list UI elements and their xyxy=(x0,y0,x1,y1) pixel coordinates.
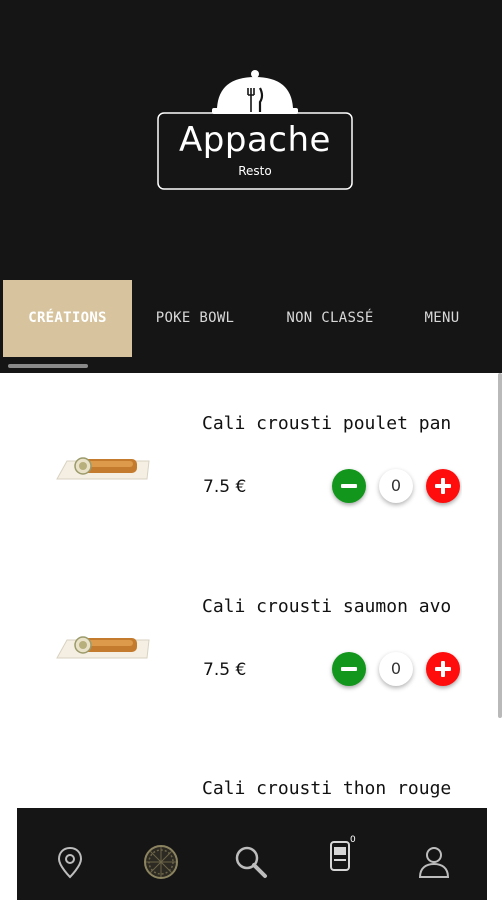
cart-icon[interactable]: 0 xyxy=(325,835,361,874)
brand-subtitle: Resto xyxy=(238,164,272,178)
tab-scroll-indicator xyxy=(8,364,88,368)
product-price: 7.5 € xyxy=(203,660,247,680)
tab-poke-bowl[interactable]: POKE BOWL xyxy=(140,280,250,357)
brand-name: Appache xyxy=(179,120,331,160)
pizza-icon[interactable] xyxy=(143,844,179,880)
product-image xyxy=(56,636,150,659)
product-name: Cali crousti thon rouge xyxy=(202,778,452,799)
tab-menu[interactable]: MENU xyxy=(412,280,472,357)
product-name: Cali crousti saumon avo xyxy=(202,596,452,617)
bottom-navigation: 0 xyxy=(17,808,487,900)
increase-quantity-button[interactable] xyxy=(426,652,460,686)
quantity-value: 0 xyxy=(379,469,413,503)
brand-logo: Appache Resto xyxy=(156,68,354,193)
location-icon[interactable] xyxy=(52,844,88,880)
tab-non-classe[interactable]: NON CLASSÉ xyxy=(270,280,390,357)
search-icon[interactable] xyxy=(233,844,269,880)
quantity-value: 0 xyxy=(379,652,413,686)
app-header: Appache Resto xyxy=(0,0,504,272)
decrease-quantity-button[interactable] xyxy=(332,652,366,686)
product-item[interactable]: Cali crousti poulet pan 7.5 € 0 xyxy=(0,413,462,543)
product-item[interactable]: Cali crousti saumon avo 7.5 € 0 xyxy=(0,596,462,726)
cart-count-badge: 0 xyxy=(350,835,356,845)
product-item[interactable]: Cali crousti thon rouge xyxy=(0,778,462,808)
product-name: Cali crousti poulet pan xyxy=(202,413,452,434)
increase-quantity-button[interactable] xyxy=(426,469,460,503)
category-tabs: CRÉATIONS POKE BOWL NON CLASSÉ MENU xyxy=(0,272,504,373)
user-icon[interactable] xyxy=(416,844,452,880)
decrease-quantity-button[interactable] xyxy=(332,469,366,503)
product-price: 7.5 € xyxy=(203,477,247,497)
tab-creations[interactable]: CRÉATIONS xyxy=(3,280,132,357)
product-image xyxy=(56,457,150,480)
